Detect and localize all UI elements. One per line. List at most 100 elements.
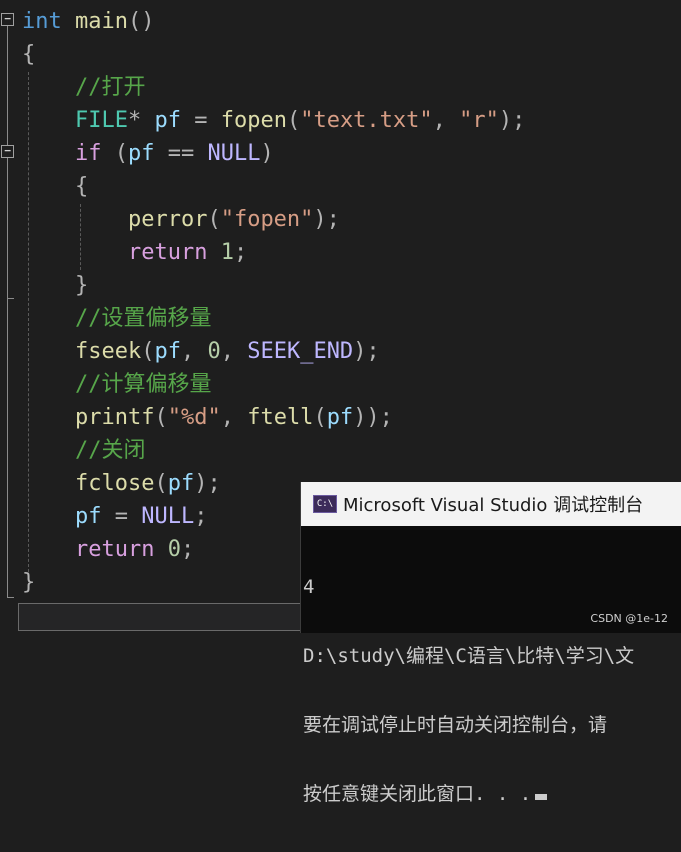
code-token: 0 — [207, 339, 221, 364]
console-output-line: D:\study\编程\C语言\比特\学习\文 — [303, 645, 635, 667]
code-token: ( — [154, 471, 168, 496]
code-token: ); — [353, 339, 380, 364]
code-token: return — [74, 537, 155, 562]
code-token: pf — [326, 405, 354, 430]
code-token: ; — [180, 537, 195, 562]
code-token: perror — [127, 207, 208, 232]
code-line[interactable]: fseek(pf, 0, SEEK_END); — [22, 335, 380, 368]
code-token: int — [22, 9, 62, 34]
console-app-icon: C:\ — [313, 495, 337, 513]
code-line[interactable]: FILE* pf = fopen("text.txt", "r"); — [22, 104, 525, 137]
code-line[interactable]: //计算偏移量 — [22, 368, 212, 401]
code-token: ); — [498, 108, 526, 133]
code-token: "r" — [459, 108, 499, 133]
code-line[interactable]: int main() — [22, 5, 154, 38]
code-token: ftell — [247, 405, 314, 430]
console-titlebar[interactable]: C:\ Microsoft Visual Studio 调试控制台 — [301, 482, 681, 526]
code-token: main — [61, 9, 128, 34]
code-token: pf — [154, 108, 181, 133]
code-token: = — [101, 504, 142, 529]
code-token: ) — [260, 141, 274, 166]
code-token: "fopen" — [220, 207, 314, 232]
debug-console-window[interactable]: C:\ Microsoft Visual Studio 调试控制台 4 D:\s… — [300, 482, 681, 805]
fold-guide-line — [7, 26, 8, 597]
code-token: if — [74, 141, 102, 166]
code-token: ); — [313, 207, 340, 232]
code-line[interactable]: fclose(pf); — [22, 467, 221, 500]
code-line[interactable]: { — [22, 170, 88, 203]
code-token: NULL — [141, 504, 195, 529]
code-line[interactable]: pf = NULL; — [22, 500, 207, 533]
code-token: , — [432, 108, 460, 133]
fold-guide-end — [7, 298, 14, 299]
code-token: return — [127, 240, 208, 265]
code-token: ( — [207, 207, 221, 232]
code-line[interactable]: } — [22, 566, 35, 599]
editor-gutter: − − — [0, 0, 18, 602]
code-token: ); — [194, 471, 221, 496]
code-token: ; — [233, 240, 248, 265]
code-token: ( — [141, 339, 155, 364]
code-token: pf — [74, 504, 102, 529]
code-token: , — [220, 339, 248, 364]
code-token: ; — [194, 504, 208, 529]
fold-guide-end — [7, 597, 14, 598]
code-token: SEEK_END — [247, 339, 354, 364]
watermark: CSDN @1e-12 — [590, 612, 668, 625]
code-line[interactable]: //设置偏移量 — [22, 302, 212, 335]
code-token: () — [127, 9, 155, 34]
code-token: } — [22, 273, 89, 298]
code-token: pf — [127, 141, 155, 166]
code-token: printf — [74, 405, 155, 430]
code-line[interactable]: //关闭 — [22, 434, 146, 467]
code-line[interactable]: printf("%d", ftell(pf)); — [22, 401, 393, 434]
code-token: //关闭 — [22, 438, 146, 463]
code-line[interactable]: return 1; — [22, 236, 247, 269]
code-token: NULL — [207, 141, 261, 166]
code-line[interactable]: if (pf == NULL) — [22, 137, 274, 170]
code-token: ( — [313, 405, 327, 430]
code-token: ( — [286, 108, 301, 133]
code-line[interactable]: //打开 — [22, 71, 146, 104]
fold-collapse-icon[interactable]: − — [1, 13, 14, 26]
console-output-line: 要在调试停止时自动关闭控制台，请 — [303, 714, 608, 736]
code-token: "text.txt" — [300, 108, 433, 133]
code-token: = — [180, 108, 221, 133]
code-token: } — [22, 570, 36, 595]
code-token: fopen — [220, 108, 287, 133]
code-line[interactable]: } — [22, 269, 88, 302]
console-cursor — [535, 794, 548, 800]
code-token: //打开 — [22, 75, 146, 100]
console-output-line: 4 — [303, 576, 315, 598]
code-token: ( — [101, 141, 128, 166]
code-token: )); — [353, 405, 393, 430]
fold-collapse-icon[interactable]: − — [1, 145, 14, 158]
code-token: , — [220, 405, 248, 430]
horizontal-scrollbar[interactable] — [18, 603, 308, 631]
code-token: * — [127, 108, 155, 133]
code-token: { — [22, 42, 36, 67]
code-token: pf — [154, 339, 181, 364]
code-token: //计算偏移量 — [22, 372, 212, 397]
console-title: Microsoft Visual Studio 调试控制台 — [343, 495, 644, 516]
code-token: fseek — [74, 339, 142, 364]
code-line[interactable]: return 0; — [22, 533, 194, 566]
code-token: ( — [154, 405, 168, 430]
code-line[interactable]: perror("fopen"); — [22, 203, 340, 236]
code-token: fclose — [74, 471, 155, 496]
code-token: , — [180, 339, 208, 364]
code-token: FILE — [74, 108, 128, 133]
code-line[interactable]: { — [22, 38, 35, 71]
console-output-line: 按任意键关闭此窗口. . . — [303, 783, 681, 806]
